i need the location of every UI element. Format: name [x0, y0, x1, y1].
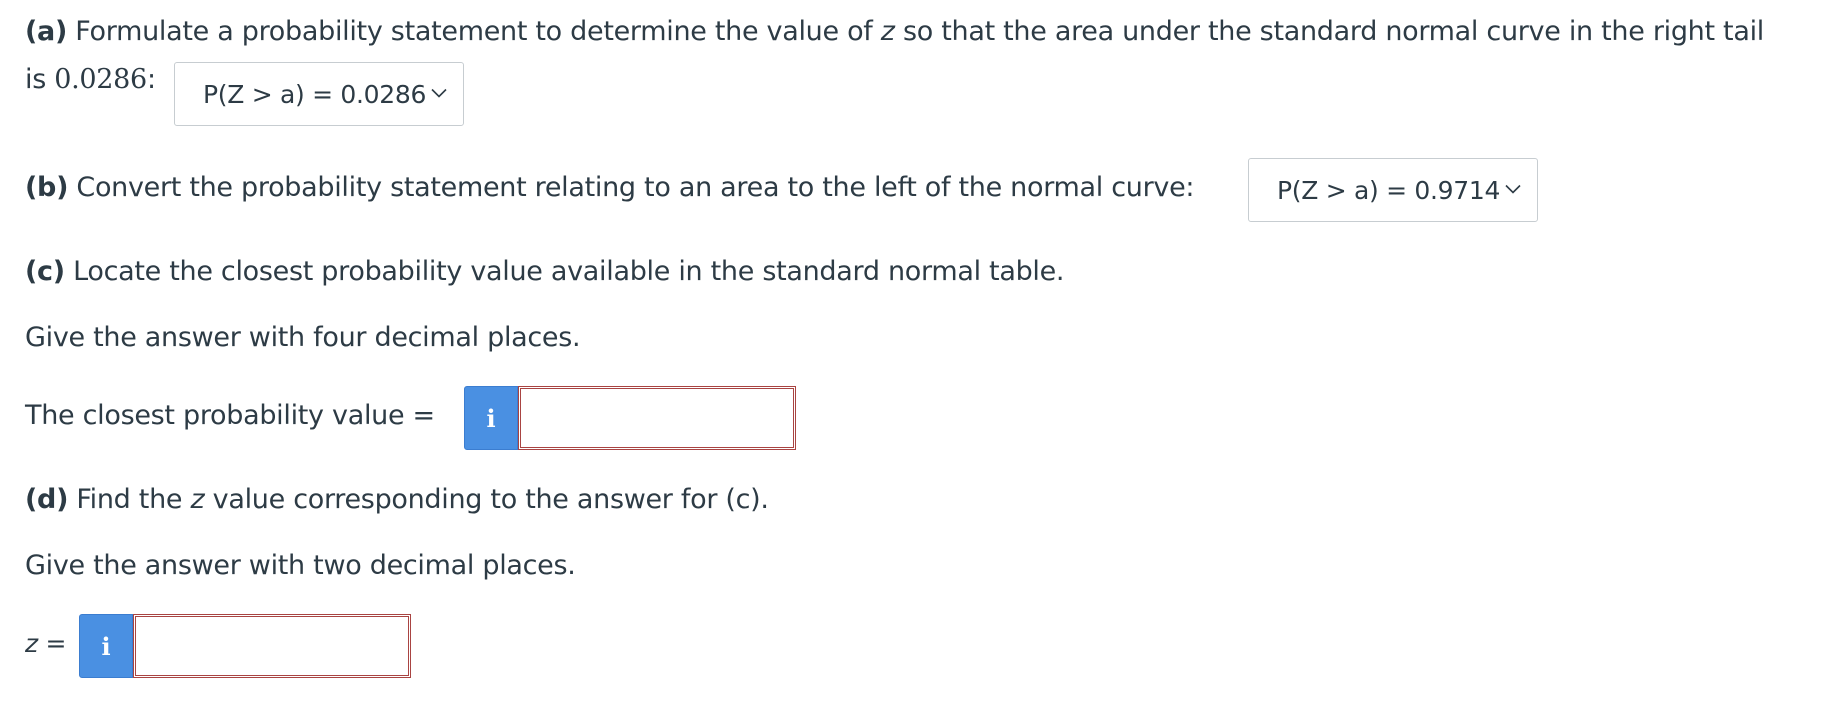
part-b-select-value: P(Z > a) = 0.9714 — [1277, 175, 1501, 205]
part-c-instruction: Give the answer with four decimal places… — [25, 322, 581, 353]
info-icon: i — [101, 631, 111, 661]
part-c-input-label: The closest probability value = — [25, 400, 435, 431]
part-d-label: (d) — [25, 484, 69, 515]
part-a-select-value: P(Z > a) = 0.0286 — [203, 79, 427, 109]
part-a-area-value: 0.0286 — [54, 64, 147, 95]
part-a-text-1: Formulate a probability statement to det… — [67, 16, 881, 47]
part-a-line2-suffix: : — [146, 64, 156, 95]
part-a-text-2: so that the area under the standard norm… — [894, 16, 1764, 47]
part-c-prompt: (c) Locate the closest probability value… — [25, 254, 1065, 290]
info-icon: i — [486, 403, 496, 433]
part-d-prompt: (d) Find the z value corresponding to th… — [25, 482, 769, 518]
chevron-down-icon — [1505, 184, 1521, 194]
part-c-answer-input[interactable] — [518, 386, 796, 450]
part-d-info-button[interactable]: i — [79, 614, 133, 678]
part-d-input-variable: z — [25, 629, 38, 658]
question-page: (a) Formulate a probability statement to… — [0, 0, 1822, 708]
part-a-prompt-line-2: is 0.0286: — [25, 62, 156, 98]
part-a-select[interactable]: P(Z > a) = 0.0286 — [174, 62, 464, 126]
part-c-label: (c) — [25, 256, 65, 287]
part-d-instruction: Give the answer with two decimal places. — [25, 550, 576, 581]
part-a-label: (a) — [25, 16, 67, 47]
part-d-text-1: Find the — [68, 484, 191, 515]
part-d-variable: z — [190, 484, 205, 515]
part-b-select[interactable]: P(Z > a) = 0.9714 — [1248, 158, 1538, 222]
part-c-text: Locate the closest probability value ava… — [64, 256, 1065, 287]
part-c-info-button[interactable]: i — [464, 386, 518, 450]
part-b-prompt: (b) Convert the probability statement re… — [25, 170, 1195, 206]
part-d-input-label: z = — [25, 626, 66, 662]
part-d-text-2: value corresponding to the answer for (c… — [204, 484, 769, 515]
chevron-down-icon — [431, 88, 447, 98]
part-d-input-equals: = — [37, 629, 67, 658]
part-b-label: (b) — [25, 172, 69, 203]
part-a-variable: z — [880, 16, 895, 47]
part-b-text: Convert the probability statement relati… — [68, 172, 1195, 203]
part-d-answer-input[interactable] — [133, 614, 411, 678]
part-a-prompt: (a) Formulate a probability statement to… — [25, 14, 1764, 50]
part-a-line2-prefix: is — [25, 64, 55, 95]
